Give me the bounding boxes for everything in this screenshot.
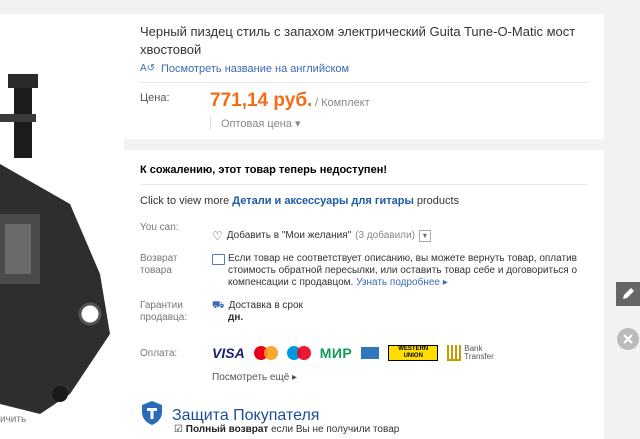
full-refund-line: ☑ Полный возврат если Вы не получили тов… <box>174 424 399 435</box>
payment-label: Оплата: <box>140 348 178 359</box>
image-caption: ичить <box>0 414 27 425</box>
add-to-wishlist-link[interactable]: Добавить в "Мои желания" <box>227 230 351 242</box>
click-more-suffix: products <box>413 195 460 207</box>
delivery-on-time: Доставка в срок <box>228 300 303 311</box>
bank-icon <box>447 345 462 361</box>
pencil-icon <box>623 288 634 299</box>
wholesale-price-dropdown[interactable]: Оптовая цена ▾ <box>210 117 300 130</box>
seller-guarantee-values: ⛟ Доставка в срок дн. <box>212 300 303 324</box>
chevron-down-icon[interactable]: ▾ <box>418 230 431 242</box>
translate-link-label: Посмотреть название на английском <box>161 63 350 75</box>
product-header-panel: Черный пиздец стиль с запахом электричес… <box>124 14 604 139</box>
price-value: 771,14 руб. <box>210 90 313 111</box>
wishlist-count: (3 добавили) <box>355 230 415 241</box>
unavailable-notice: К сожалению, этот товар теперь недоступе… <box>140 164 388 176</box>
wishlist-row[interactable]: ♡ Добавить в "Мои желания" (3 добавили) … <box>212 230 431 242</box>
return-policy-text: Если товар не соответствует описанию, вы… <box>212 253 580 289</box>
see-more-payments-link[interactable]: Посмотреть ещё ▸ <box>212 372 297 384</box>
amex-logo <box>361 347 380 359</box>
return-icon <box>212 254 225 265</box>
mir-logo: МИР <box>319 345 353 361</box>
full-refund-label: Полный возврат <box>185 424 269 435</box>
checkbox-icon: ☑ <box>174 424 183 435</box>
price-label: Цена: <box>140 92 170 104</box>
maestro-logo <box>286 345 311 361</box>
seller-guarantee-label: Гарантии продавца: <box>140 300 188 323</box>
close-icon <box>617 328 639 350</box>
bank-transfer-label: Bank Transfer <box>464 344 494 361</box>
divider <box>140 184 588 185</box>
product-details-panel: К сожалению, этот товар теперь недоступе… <box>124 150 604 439</box>
mastercard-logo <box>253 345 278 361</box>
payment-methods: VISA МИР WESTERN UNION Bank Transfer <box>212 345 498 361</box>
divider <box>140 82 588 83</box>
return-policy-label: Возврат товара <box>140 253 178 276</box>
full-refund-rest: если Вы не получили товар <box>268 424 400 435</box>
category-link[interactable]: Детали и аксессуары для гитары <box>232 195 414 207</box>
truck-icon: ⛟ <box>212 300 225 311</box>
western-union-logo: WESTERN UNION <box>388 345 439 361</box>
close-button[interactable] <box>616 327 640 351</box>
category-link-row: Click to view more Детали и аксессуары д… <box>140 195 459 207</box>
delivery-days: дн. <box>228 312 244 323</box>
bridge-photo <box>0 14 124 439</box>
shield-icon <box>140 400 164 431</box>
translate-link[interactable]: A↺ Посмотреть название на английском <box>140 63 349 75</box>
heart-plus-icon: ♡ <box>212 229 223 243</box>
buyer-protection-title: Защита Покупателя <box>172 406 320 424</box>
visa-logo: VISA <box>212 345 245 361</box>
translate-icon: A↺ <box>140 63 156 74</box>
price-unit: / Комплект <box>315 97 370 109</box>
bank-transfer-logo: Bank Transfer <box>447 345 498 361</box>
product-title: Черный пиздец стиль с запахом электричес… <box>140 24 576 57</box>
wishlist-label: You can: <box>140 222 179 233</box>
click-more-prefix: Click to view more <box>140 195 233 207</box>
learn-more-link[interactable]: Узнать подробнее ▸ <box>356 277 448 288</box>
product-image[interactable]: ичить <box>0 14 124 439</box>
edit-button[interactable] <box>616 282 640 306</box>
